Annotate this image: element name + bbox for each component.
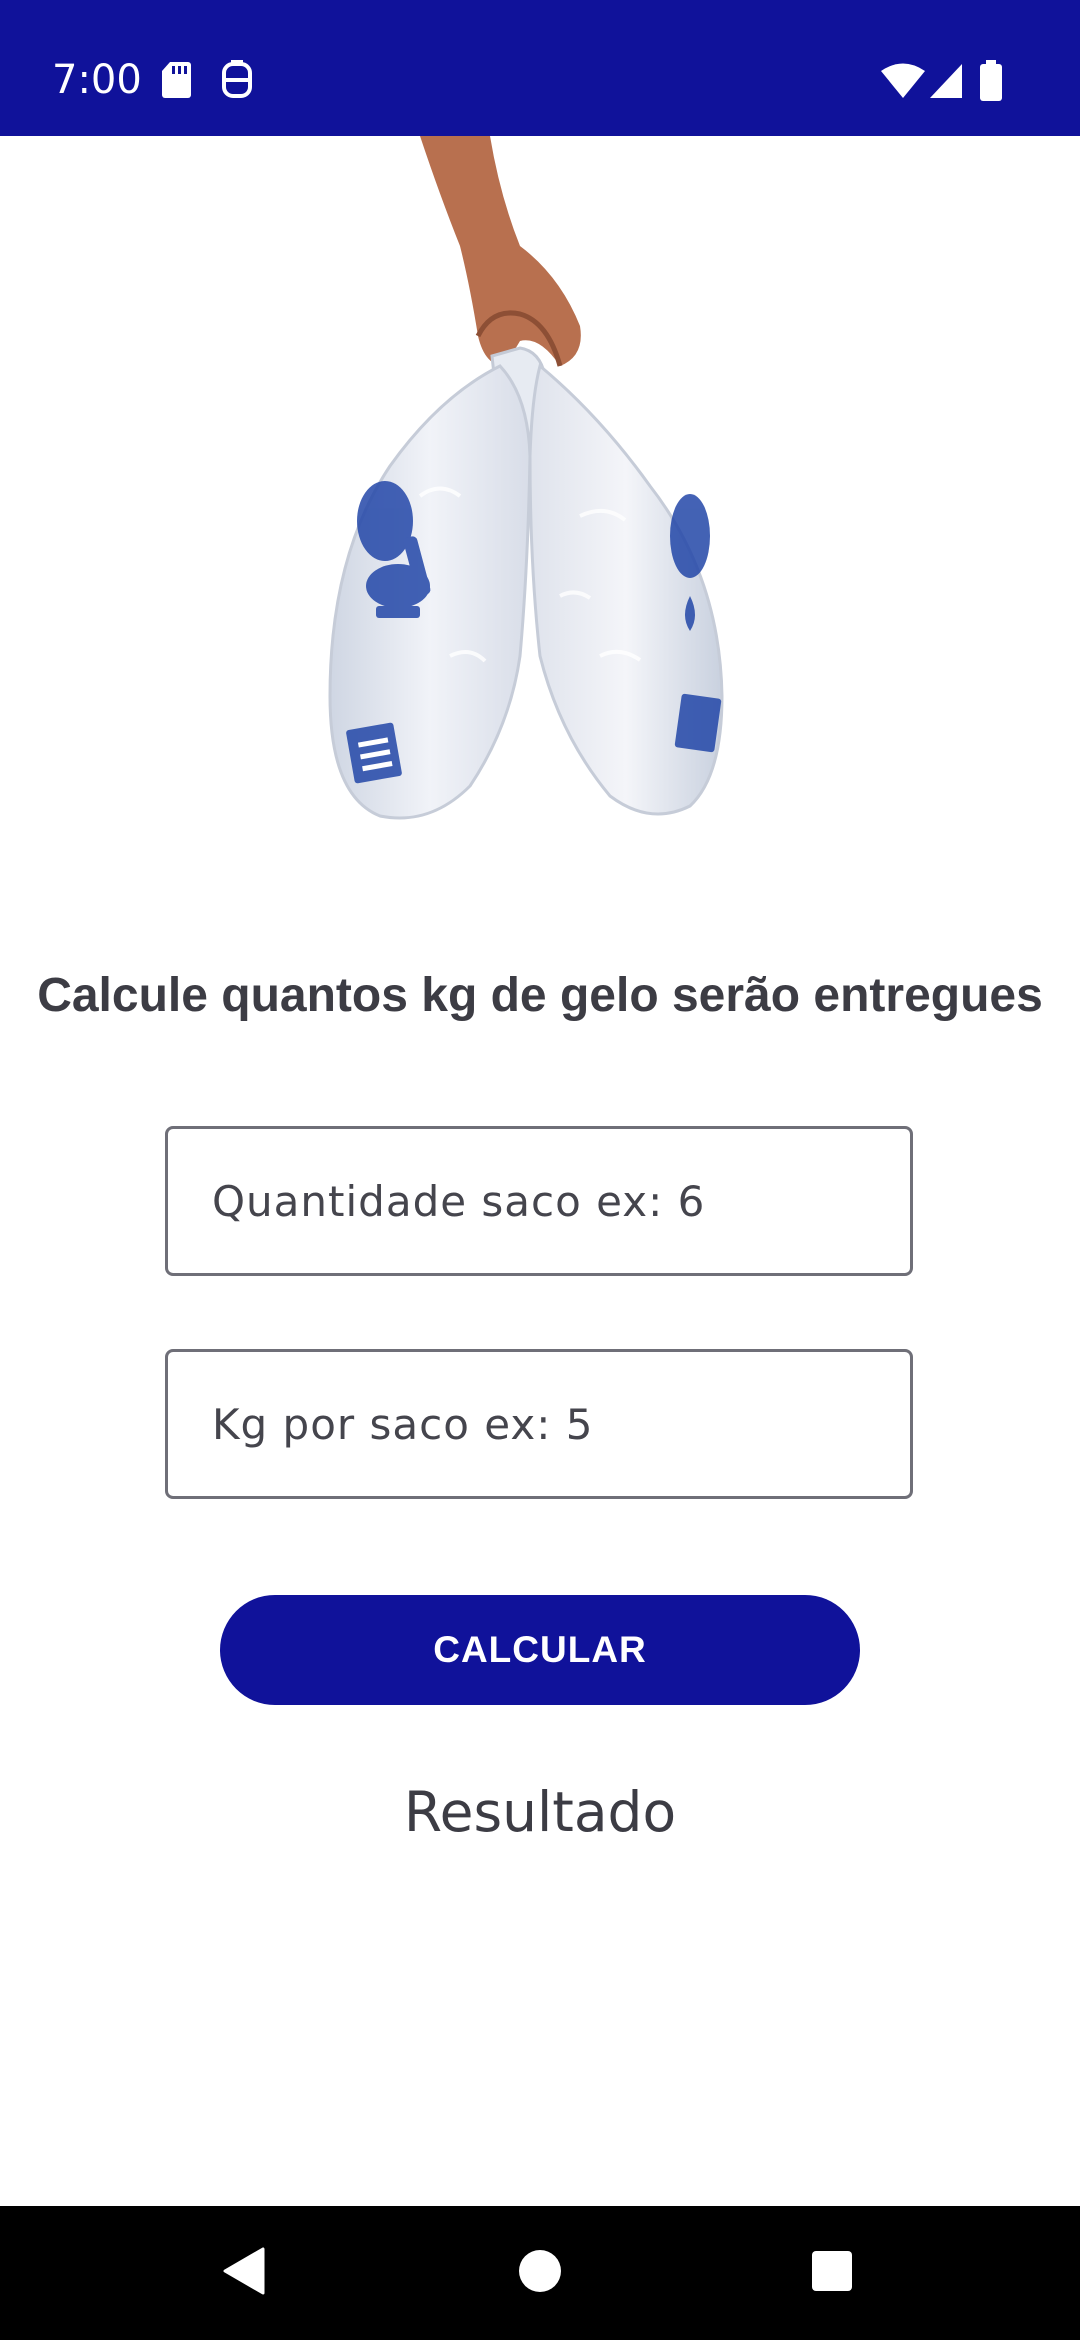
- recents-icon: [811, 2250, 853, 2297]
- kg-per-bag-input[interactable]: [168, 1352, 910, 1496]
- calculate-button[interactable]: CALCULAR: [220, 1595, 860, 1705]
- hero-image: [0, 136, 1080, 960]
- status-bar: 7:00: [0, 0, 1080, 136]
- sd-card-icon: [160, 60, 192, 105]
- result-text: Resultado: [403, 1780, 677, 1844]
- home-button[interactable]: [473, 2206, 607, 2340]
- kg-per-bag-field[interactable]: [165, 1349, 913, 1499]
- cell-signal-icon: [928, 62, 964, 105]
- back-button[interactable]: [176, 2206, 310, 2340]
- quantity-field[interactable]: [165, 1126, 913, 1276]
- battery-icon: [978, 60, 1004, 107]
- recents-button[interactable]: [765, 2206, 899, 2340]
- quantity-input[interactable]: [168, 1129, 910, 1273]
- back-icon: [221, 2247, 265, 2300]
- sim-card-icon: [220, 60, 254, 105]
- navigation-bar: [0, 2206, 1080, 2340]
- wifi-icon: [880, 62, 926, 105]
- home-icon: [518, 2249, 562, 2298]
- page-title: Calcule quantos kg de gelo serão entregu…: [37, 969, 1043, 1022]
- status-time: 7:00: [52, 57, 142, 103]
